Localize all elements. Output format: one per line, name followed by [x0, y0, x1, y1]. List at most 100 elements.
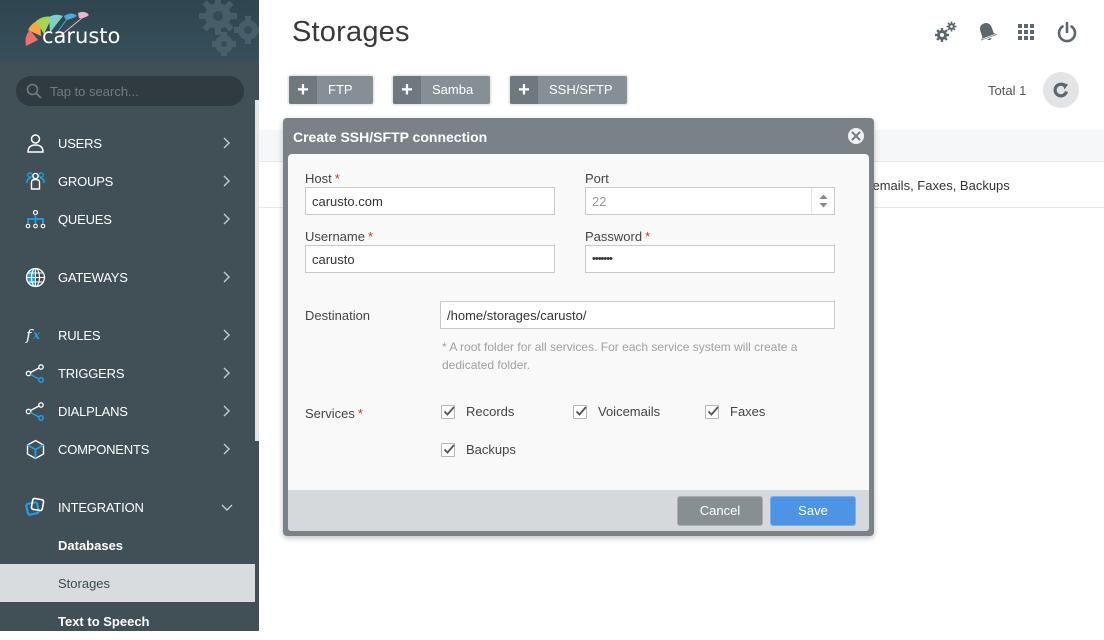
port-label: Port — [585, 171, 609, 186]
chevron-right-icon — [223, 137, 230, 149]
username-label: Username * — [305, 229, 373, 244]
chevron-right-icon — [223, 443, 230, 455]
checkmark-icon — [707, 405, 719, 416]
sidebar-subitem-text-to-speech[interactable]: Text to Speech — [0, 602, 255, 640]
integration-squares-icon — [25, 497, 45, 516]
service-faxes-checkbox[interactable]: Faxes — [705, 404, 765, 419]
plus-icon: + — [289, 76, 317, 104]
sidebar-item-triggers[interactable]: TRIGGERS — [0, 354, 255, 392]
chevron-right-icon — [223, 329, 230, 341]
checkbox-box[interactable] — [705, 404, 719, 419]
checkmark-icon — [443, 405, 455, 416]
sidebar-item-integration[interactable]: INTEGRATION — [0, 488, 255, 526]
sidebar-item-users[interactable]: USERS — [0, 124, 255, 162]
checkbox-label: Voicemails — [598, 404, 661, 419]
sidebar-item-label: COMPONENTS — [58, 442, 150, 457]
total-count: Total 1 — [988, 83, 1027, 98]
cancel-button[interactable]: Cancel — [677, 496, 763, 526]
sidebar-item-label: QUEUES — [58, 212, 112, 227]
checkbox-label: Records — [466, 404, 515, 419]
refresh-button[interactable] — [1043, 72, 1079, 108]
service-backups-checkbox[interactable]: Backups — [441, 442, 516, 457]
password-input[interactable] — [585, 245, 835, 273]
required-marker: * — [357, 406, 363, 421]
share-nodes-icon — [25, 402, 44, 421]
checkbox-label: Faxes — [730, 404, 766, 419]
sidebar-subitem-label: Text to Speech — [58, 614, 150, 629]
sidebar-item-components[interactable]: COMPONENTS — [0, 430, 255, 468]
save-button[interactable]: Save — [770, 496, 856, 526]
sidebar-item-rules[interactable]: f x RULES — [0, 316, 255, 354]
cube-icon — [26, 439, 45, 460]
add-ftp-label: FTP — [328, 82, 353, 97]
add-sftp-button[interactable]: + SSH/SFTP — [509, 75, 628, 105]
chevron-right-icon — [223, 213, 230, 225]
checkmark-icon — [443, 443, 455, 454]
port-stepper[interactable] — [811, 188, 834, 214]
host-label: Host * — [305, 171, 340, 186]
share-nodes-icon — [25, 364, 44, 383]
checkbox-box[interactable] — [441, 442, 455, 457]
required-marker: * — [334, 171, 340, 186]
sidebar-subitem-storages[interactable]: Storages — [0, 564, 255, 602]
sidebar-item-label: GATEWAYS — [58, 270, 128, 285]
sidebar-item-gateways[interactable]: GATEWAYS — [0, 258, 255, 296]
power-icon[interactable] — [1055, 20, 1079, 44]
sidebar-subitem-databases[interactable]: Databases — [0, 526, 255, 564]
notifications-bell-icon[interactable] — [975, 20, 999, 44]
port-field — [585, 187, 835, 215]
password-label-text: Password — [585, 229, 643, 244]
sidebar-header: carusto — [0, 0, 259, 61]
username-label-text: Username — [305, 229, 365, 244]
logo-text: carusto — [42, 24, 121, 48]
dialog-body: Host* Port Username* Password* Destinati… — [288, 154, 869, 490]
service-records-checkbox[interactable]: Records — [441, 404, 514, 419]
port-input[interactable] — [585, 187, 835, 215]
chevron-right-icon — [223, 405, 230, 417]
sidebar-item-label: INTEGRATION — [58, 500, 144, 515]
destination-hint: * A root folder for all services. For ea… — [442, 340, 798, 372]
sidebar-item-queues[interactable]: QUEUES — [0, 200, 255, 238]
add-ftp-button[interactable]: + FTP — [288, 75, 374, 105]
settings-gears-icon[interactable] — [934, 20, 958, 44]
required-marker: * — [645, 229, 651, 244]
checkbox-box[interactable] — [573, 404, 587, 419]
sidebar: carusto Tap to search... USERS GROUPS QU… — [0, 0, 259, 631]
queue-hierarchy-icon — [25, 209, 46, 229]
sidebar-item-dialplans[interactable]: DIALPLANS — [0, 392, 255, 430]
search-icon — [26, 83, 42, 99]
service-voicemails-checkbox[interactable]: Voicemails — [573, 404, 660, 419]
destination-label: Destination — [305, 308, 371, 323]
plus-icon: + — [510, 76, 538, 104]
create-sftp-dialog: Create SSH/SFTP connection Host* Port Us… — [283, 118, 874, 536]
sidebar-item-label: DIALPLANS — [58, 404, 128, 419]
sidebar-item-label: GROUPS — [58, 174, 114, 189]
svg-text:x: x — [32, 328, 41, 342]
sidebar-search[interactable] — [16, 76, 244, 106]
checkbox-box[interactable] — [441, 404, 455, 419]
refresh-icon — [1053, 82, 1069, 98]
password-label: Password * — [585, 229, 650, 244]
destination-input[interactable] — [440, 301, 835, 329]
dialog-footer: Cancel Save — [288, 490, 869, 531]
add-sftp-label: SSH/SFTP — [549, 82, 613, 97]
sidebar-item-groups[interactable]: GROUPS — [0, 162, 255, 200]
row-services-cell: cemails, Faxes, Backups — [866, 178, 1010, 193]
search-input[interactable] — [50, 76, 236, 106]
close-icon[interactable] — [847, 127, 865, 145]
host-label-text: Host — [305, 171, 332, 186]
decorative-gears-icon — [199, 0, 259, 56]
add-samba-button[interactable]: + Samba — [392, 75, 491, 105]
host-input[interactable] — [305, 187, 555, 215]
chevron-right-icon — [223, 271, 230, 283]
apps-grid-icon[interactable] — [1014, 20, 1038, 44]
sidebar-item-label: USERS — [58, 136, 102, 151]
sidebar-subitem-label: Storages — [58, 576, 111, 591]
username-input[interactable] — [305, 245, 555, 273]
dialog-title: Create SSH/SFTP connection — [293, 129, 488, 145]
chevron-down-icon — [221, 504, 233, 511]
page-title: Storages — [292, 16, 410, 48]
checkbox-label: Backups — [466, 442, 516, 457]
sidebar-item-label: RULES — [58, 328, 101, 343]
chevron-right-icon — [223, 367, 230, 379]
